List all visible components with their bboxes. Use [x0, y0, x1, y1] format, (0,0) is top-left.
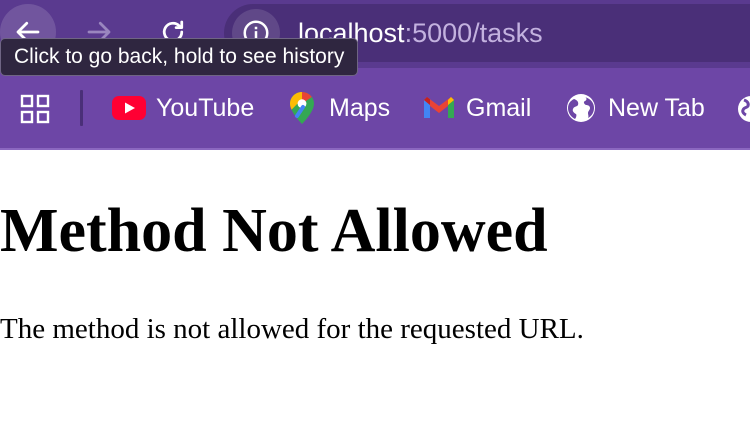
bookmarks-divider	[80, 90, 83, 126]
maps-pin-icon	[285, 91, 319, 125]
apps-button[interactable]	[20, 94, 50, 124]
bookmark-maps[interactable]: Maps	[285, 90, 390, 126]
bookmark-new-tab[interactable]: New Tab	[564, 90, 705, 126]
back-button-tooltip: Click to go back, hold to see history	[0, 38, 359, 76]
bookmark-gmail[interactable]: Gmail	[422, 90, 531, 126]
page-title: Method Not Allowed	[0, 197, 548, 265]
grid-icon	[20, 94, 50, 124]
bookmarks-bar: YouTube Maps Gmail New Tab	[0, 68, 750, 148]
globe-icon[interactable]	[736, 94, 750, 124]
bookmark-label: Gmail	[466, 93, 532, 122]
browser-chrome: localhost:5000/tasks Click to go back, h…	[0, 0, 750, 150]
globe-icon	[564, 91, 598, 125]
error-message: The method is not allowed for the reques…	[0, 313, 584, 345]
bookmark-label: YouTube	[156, 93, 255, 122]
bookmark-youtube[interactable]: YouTube	[112, 90, 254, 126]
gmail-icon	[422, 91, 456, 125]
page-content: Method Not Allowed The method is not all…	[0, 150, 750, 442]
bookmark-label: New Tab	[608, 93, 705, 122]
url-path: :5000/tasks	[404, 18, 543, 48]
youtube-icon	[112, 91, 146, 125]
bookmark-label: Maps	[329, 93, 391, 122]
